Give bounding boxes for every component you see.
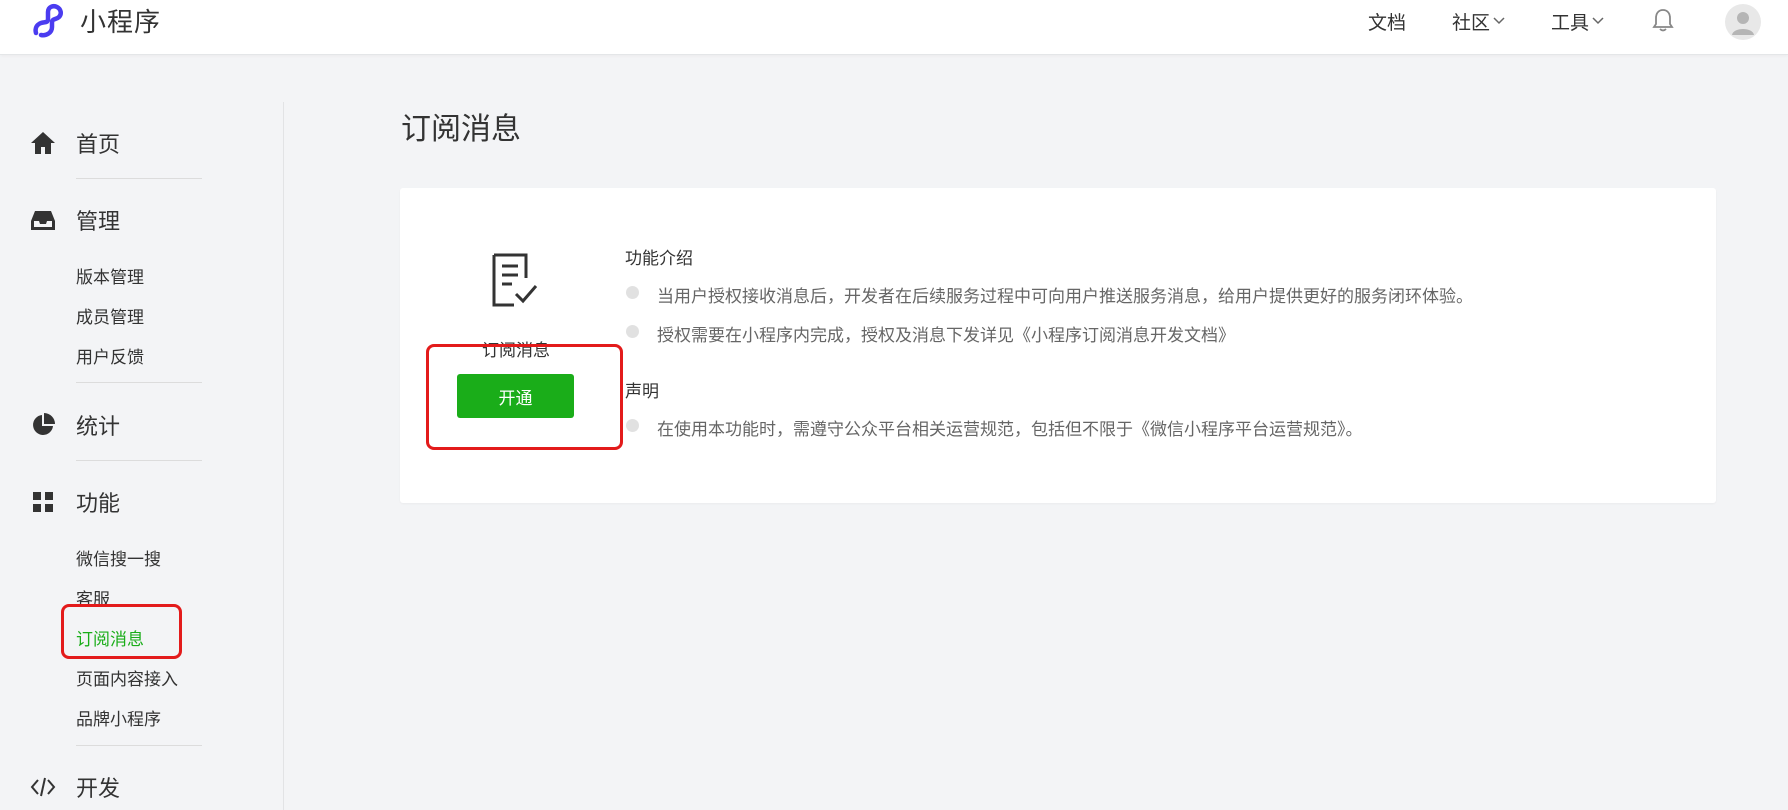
sidebar-divider <box>76 460 202 461</box>
nav-docs-label: 文档 <box>1368 11 1407 34</box>
code-icon <box>30 777 56 797</box>
chevron-down-icon <box>1493 17 1505 25</box>
sidebar-item-page-content[interactable]: 页面内容接入 <box>76 665 178 690</box>
sidebar-section-manage[interactable]: 管理 <box>30 204 120 236</box>
statement-item[interactable]: 在使用本功能时，需遵守公众平台相关运营规范，包括但不限于《微信小程序平台运营规范… <box>657 415 1363 440</box>
inbox-icon <box>31 211 55 230</box>
document-check-icon <box>492 253 538 307</box>
sidebar-section-stats-label: 统计 <box>76 415 121 440</box>
sidebar-section-develop-label: 开发 <box>76 777 121 802</box>
user-avatar-icon <box>1732 12 1754 35</box>
logo[interactable]: 小程序 <box>30 2 161 39</box>
intro-title: 功能介绍 <box>625 249 693 269</box>
sidebar-section-home-label: 首页 <box>76 133 121 158</box>
sidebar-divider <box>76 745 202 746</box>
nav-tools-label: 工具 <box>1551 11 1590 34</box>
sidebar-section-stats[interactable]: 统计 <box>30 409 120 441</box>
sidebar-divider <box>76 178 202 179</box>
nav-community-label: 社区 <box>1452 11 1491 34</box>
sidebar-section-features-label: 功能 <box>76 492 121 517</box>
sidebar-item-feedback[interactable]: 用户反馈 <box>76 343 144 368</box>
bell-icon[interactable] <box>1652 8 1674 32</box>
sidebar-divider <box>76 382 202 383</box>
nav-tools[interactable]: 工具 <box>1551 0 1604 42</box>
bullet-icon <box>626 419 639 432</box>
bullet-icon <box>626 325 639 338</box>
sidebar-item-wechat-search[interactable]: 微信搜一搜 <box>76 545 161 570</box>
sidebar-item-brand-mini-program[interactable]: 品牌小程序 <box>76 705 161 730</box>
sidebar-border <box>283 102 284 810</box>
grid-icon <box>33 492 53 512</box>
intro-item: 当用户授权接收消息后，开发者在后续服务过程中可向用户推送服务消息，给用户提供更好… <box>657 287 1473 307</box>
intro-item-doc-link[interactable]: 授权需要在小程序内完成，授权及消息下发详见《小程序订阅消息开发文档》 <box>657 321 1235 346</box>
sidebar-item-members[interactable]: 成员管理 <box>76 303 144 328</box>
avatar[interactable] <box>1725 4 1761 40</box>
sidebar-section-features[interactable]: 功能 <box>30 486 120 518</box>
chevron-down-icon <box>1592 17 1604 25</box>
sidebar-section-home[interactable]: 首页 <box>30 127 120 159</box>
logo-text: 小程序 <box>80 8 162 38</box>
home-icon <box>31 132 55 154</box>
mini-program-logo-icon <box>33 3 63 37</box>
pie-chart-icon <box>33 413 55 435</box>
statement-title: 声明 <box>625 382 659 402</box>
bullet-icon <box>626 286 639 299</box>
nav-docs[interactable]: 文档 <box>1368 0 1406 42</box>
sidebar-item-version[interactable]: 版本管理 <box>76 263 144 288</box>
page-title: 订阅消息 <box>401 112 521 147</box>
highlight-box-sidebar <box>61 604 182 659</box>
nav-community[interactable]: 社区 <box>1452 0 1505 42</box>
top-bar: 小程序 文档 社区 工具 <box>0 0 1788 55</box>
sidebar-section-develop[interactable]: 开发 <box>30 771 120 803</box>
highlight-box-activate <box>426 344 623 450</box>
sidebar-section-manage-label: 管理 <box>76 210 121 235</box>
